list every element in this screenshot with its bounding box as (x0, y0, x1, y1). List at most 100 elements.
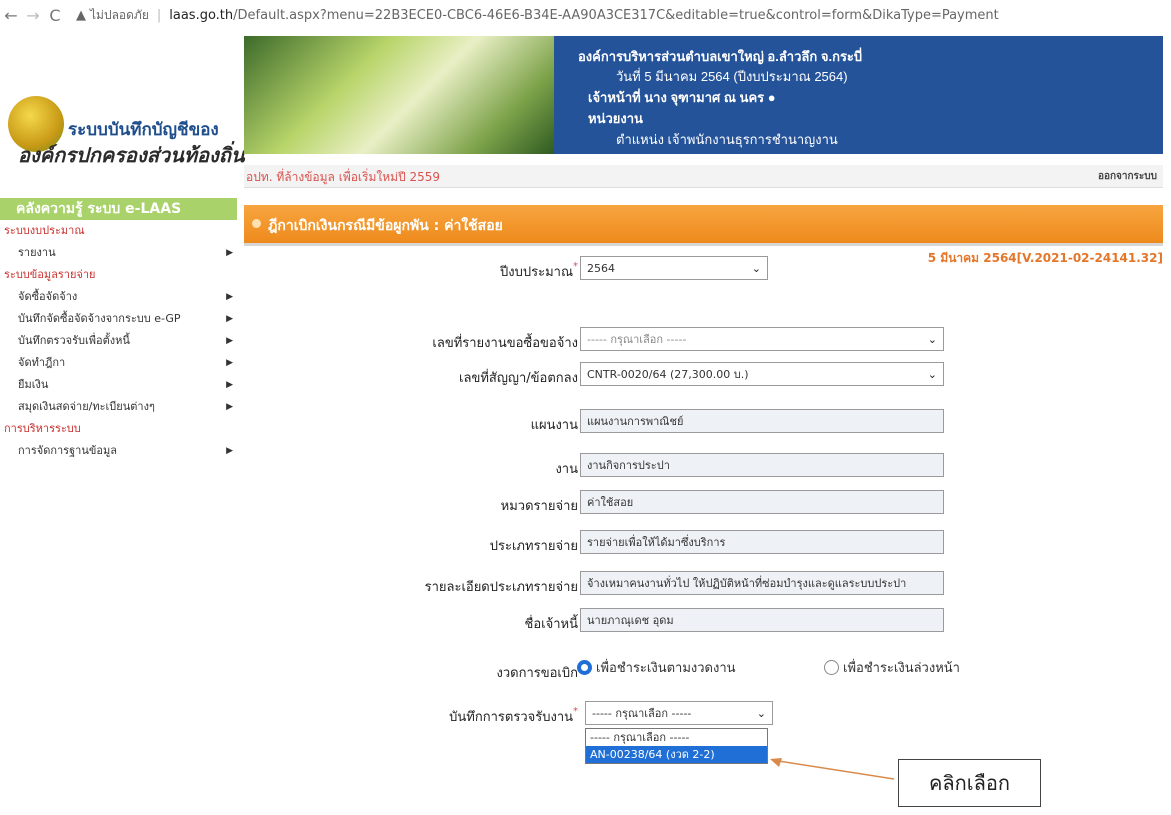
sidebar-item-label: จัดทำฎีกา (18, 356, 66, 369)
creditor-field: นายภาณุเดช อุดม (580, 608, 944, 632)
radio-checked-icon (577, 660, 592, 675)
work-field: งานกิจการประปา (580, 453, 944, 477)
chevron-right-icon: ▶ (226, 380, 233, 390)
fiscal-year-label: ปีงบประมาณ* (500, 261, 578, 282)
bullet-icon (252, 219, 261, 228)
logout-link[interactable]: ออกจากระบบ (1098, 169, 1157, 184)
plan-field: แผนงานการพาณิชย์ (580, 409, 944, 433)
reload-icon[interactable]: C (44, 6, 66, 25)
chevron-down-icon: ⌄ (751, 262, 761, 275)
back-icon[interactable]: ← (0, 6, 22, 25)
inspection-dropdown-list: ----- กรุณาเลือก ----- AN-00238/64 (งวด … (585, 728, 768, 764)
chevron-right-icon: ▶ (226, 336, 233, 346)
forward-icon[interactable]: → (22, 6, 44, 25)
sidebar-item-label: จัดซื้อจัดจ้าง (18, 290, 78, 303)
plan-row: แผนงาน แผนงานการพาณิชย์ (240, 409, 1160, 435)
site-header: ระบบบันทึกบัญชีของ องค์กรปกครองส่วนท้องถ… (0, 36, 1163, 167)
chevron-right-icon: ▶ (226, 314, 233, 324)
category-row: หมวดรายจ่าย ค่าใช้สอย (240, 490, 1160, 516)
sidebar-item-inspection[interactable]: บันทึกตรวจรับเพื่อตั้งหนี้ ▶ (0, 330, 237, 352)
banner-info: องค์การบริหารส่วนตำบลเขาใหญ่ อ.ลำวลึก จ.… (554, 36, 1163, 154)
purchase-report-select[interactable]: ----- กรุณาเลือก ----- ⌄ (580, 327, 944, 351)
dropdown-option-placeholder[interactable]: ----- กรุณาเลือก ----- (586, 729, 767, 746)
page-title: ฎีกาเบิกเงินกรณีมีข้อผูกพัน : ค่าใช้สอย (268, 218, 503, 234)
select-value: ----- กรุณาเลือก ----- (592, 707, 692, 720)
type-detail-row: รายละเอียดประเภทรายจ่าย จ้างเหมาคนงานทั่… (240, 571, 1160, 597)
chevron-down-icon: ⌄ (927, 368, 937, 381)
officer-line: เจ้าหน้าที่ นาง จุฑามาศ ณ นคร ● (588, 87, 776, 108)
date-line: วันที่ 5 มีนาคม 2564 (ปีงบประมาณ 2564) (616, 69, 848, 84)
creditor-row: ชื่อเจ้าหนี้ นายภาณุเดช อุดม (240, 608, 1160, 634)
browser-toolbar: ← → C ▲ ไม่ปลอดภัย | laas.go.th/Default.… (0, 0, 1171, 30)
chevron-right-icon: ▶ (226, 358, 233, 368)
select-value: ----- กรุณาเลือก ----- (587, 333, 687, 346)
security-label[interactable]: ไม่ปลอดภัย (90, 6, 149, 25)
required-mark: * (573, 261, 578, 272)
sidebar-item-egp[interactable]: บันทึกจัดซื้อจัดจ้างจากระบบ e-GP ▶ (0, 308, 237, 330)
sidebar-item-label: สมุดเงินสดจ่าย/ทะเบียนต่างๆ (18, 400, 155, 413)
unit-line: หน่วยงาน (588, 111, 643, 126)
sidebar-item-voucher[interactable]: จัดทำฎีกา ▶ (0, 352, 237, 374)
sidebar-item-borrow[interactable]: ยืมเงิน ▶ (0, 374, 237, 396)
sidebar-item-label: รายงาน (18, 246, 56, 259)
type-detail-field: จ้างเหมาคนงานทั่วไป ให้ปฏิบัติหน้าที่ซ่อ… (580, 571, 944, 595)
installment-option-by-work[interactable]: เพื่อชำระเงินตามงวดงาน (577, 657, 736, 678)
chevron-right-icon: ▶ (226, 292, 233, 302)
callout-box: คลิกเลือก (898, 759, 1041, 807)
fiscal-year-select[interactable]: 2564 ⌄ (580, 256, 768, 280)
label-text: ปีงบประมาณ (500, 265, 573, 280)
data-reset-notice[interactable]: อปท. ที่ล้างข้อมูล เพื่อเริ่มใหม่ปี 2559 (246, 168, 440, 187)
banner-photo (244, 36, 554, 154)
select-value: CNTR-0020/64 (27,300.00 บ.) (587, 368, 749, 381)
label-text: บันทึกการตรวจรับงาน (449, 710, 573, 725)
category-field: ค่าใช้สอย (580, 490, 944, 514)
installment-option-advance[interactable]: เพื่อชำระเงินล่วงหน้า (824, 657, 960, 678)
inspection-label: บันทึกการตรวจรับงาน* (449, 706, 578, 727)
type-row: ประเภทรายจ่าย รายจ่ายเพื่อให้ได้มาซึ่งบร… (240, 530, 1160, 556)
sidebar-item-label: การจัดการฐานข้อมูล (18, 444, 117, 457)
inspection-select[interactable]: ----- กรุณาเลือก ----- ⌄ (585, 701, 773, 725)
type-label: ประเภทรายจ่าย (489, 539, 578, 554)
sidebar-item-report[interactable]: รายงาน ▶ (0, 242, 237, 264)
work-row: งาน งานกิจการประปา (240, 453, 1160, 479)
sidebar-item-label: ยืมเงิน (18, 378, 49, 391)
inspection-row: บันทึกการตรวจรับงาน* ----- กรุณาเลือก --… (240, 701, 1160, 727)
sidebar-heading-budget: ระบบงบประมาณ (4, 224, 85, 237)
required-mark: * (573, 706, 578, 717)
sidebar-heading-admin: การบริหารระบบ (4, 422, 81, 435)
sidebar-item-procurement[interactable]: จัดซื้อจัดจ้าง ▶ (0, 286, 237, 308)
radio-label: เพื่อชำระเงินตามงวดงาน (596, 661, 736, 676)
logo-title-line2: องค์กรปกครองส่วนท้องถิ่น (18, 145, 245, 167)
sidebar-item-label: บันทึกจัดซื้อจัดจ้างจากระบบ e-GP (18, 312, 181, 325)
creditor-label: ชื่อเจ้าหนี้ (524, 617, 578, 632)
chevron-right-icon: ▶ (226, 446, 233, 456)
page-title-bar: ฎีกาเบิกเงินกรณีมีข้อผูกพัน : ค่าใช้สอย (244, 205, 1163, 246)
url-path: /Default.aspx?menu=22B3ECE0-CBC6-46E6-B3… (233, 7, 999, 23)
type-field: รายจ่ายเพื่อให้ได้มาซึ่งบริการ (580, 530, 944, 554)
address-bar[interactable]: laas.go.th/Default.aspx?menu=22B3ECE0-CB… (169, 8, 999, 23)
callout-arrow (770, 758, 895, 780)
fiscal-year-row: ปีงบประมาณ* 2564 ⌄ (240, 256, 1160, 282)
chevron-right-icon: ▶ (226, 402, 233, 412)
officer-name: เจ้าหน้าที่ นาง จุฑามาศ ณ นคร (588, 90, 765, 105)
user-icon: ● (767, 90, 776, 105)
chevron-down-icon: ⌄ (756, 707, 766, 720)
warning-icon[interactable]: ▲ (76, 8, 86, 23)
plan-label: แผนงาน (530, 418, 578, 433)
sidebar-item-cashbook[interactable]: สมุดเงินสดจ่าย/ทะเบียนต่างๆ ▶ (0, 396, 237, 418)
purchase-report-row: เลขที่รายงานขอซื้อขอจ้าง ----- กรุณาเลือ… (240, 327, 1160, 353)
logo-area: ระบบบันทึกบัญชีของ องค์กรปกครองส่วนท้องถ… (0, 36, 245, 167)
chevron-down-icon: ⌄ (927, 333, 937, 346)
chevron-right-icon: ▶ (226, 248, 233, 258)
sidebar: คลังความรู้ ระบบ e-LAAS ระบบงบประมาณ ราย… (0, 198, 237, 462)
sidebar-item-database[interactable]: การจัดการฐานข้อมูล ▶ (0, 440, 237, 462)
contract-label: เลขที่สัญญา/ข้อตกลง (459, 371, 578, 386)
url-domain: laas.go.th (169, 7, 234, 23)
radio-unchecked-icon (824, 660, 839, 675)
dropdown-option-an-00238[interactable]: AN-00238/64 (งวด 2-2) (586, 746, 767, 763)
kb-banner[interactable]: คลังความรู้ ระบบ e-LAAS (0, 198, 237, 220)
select-value: 2564 (587, 262, 615, 275)
contract-select[interactable]: CNTR-0020/64 (27,300.00 บ.) ⌄ (580, 362, 944, 386)
url-separator: | (156, 7, 162, 23)
sidebar-item-label: บันทึกตรวจรับเพื่อตั้งหนี้ (18, 334, 130, 347)
